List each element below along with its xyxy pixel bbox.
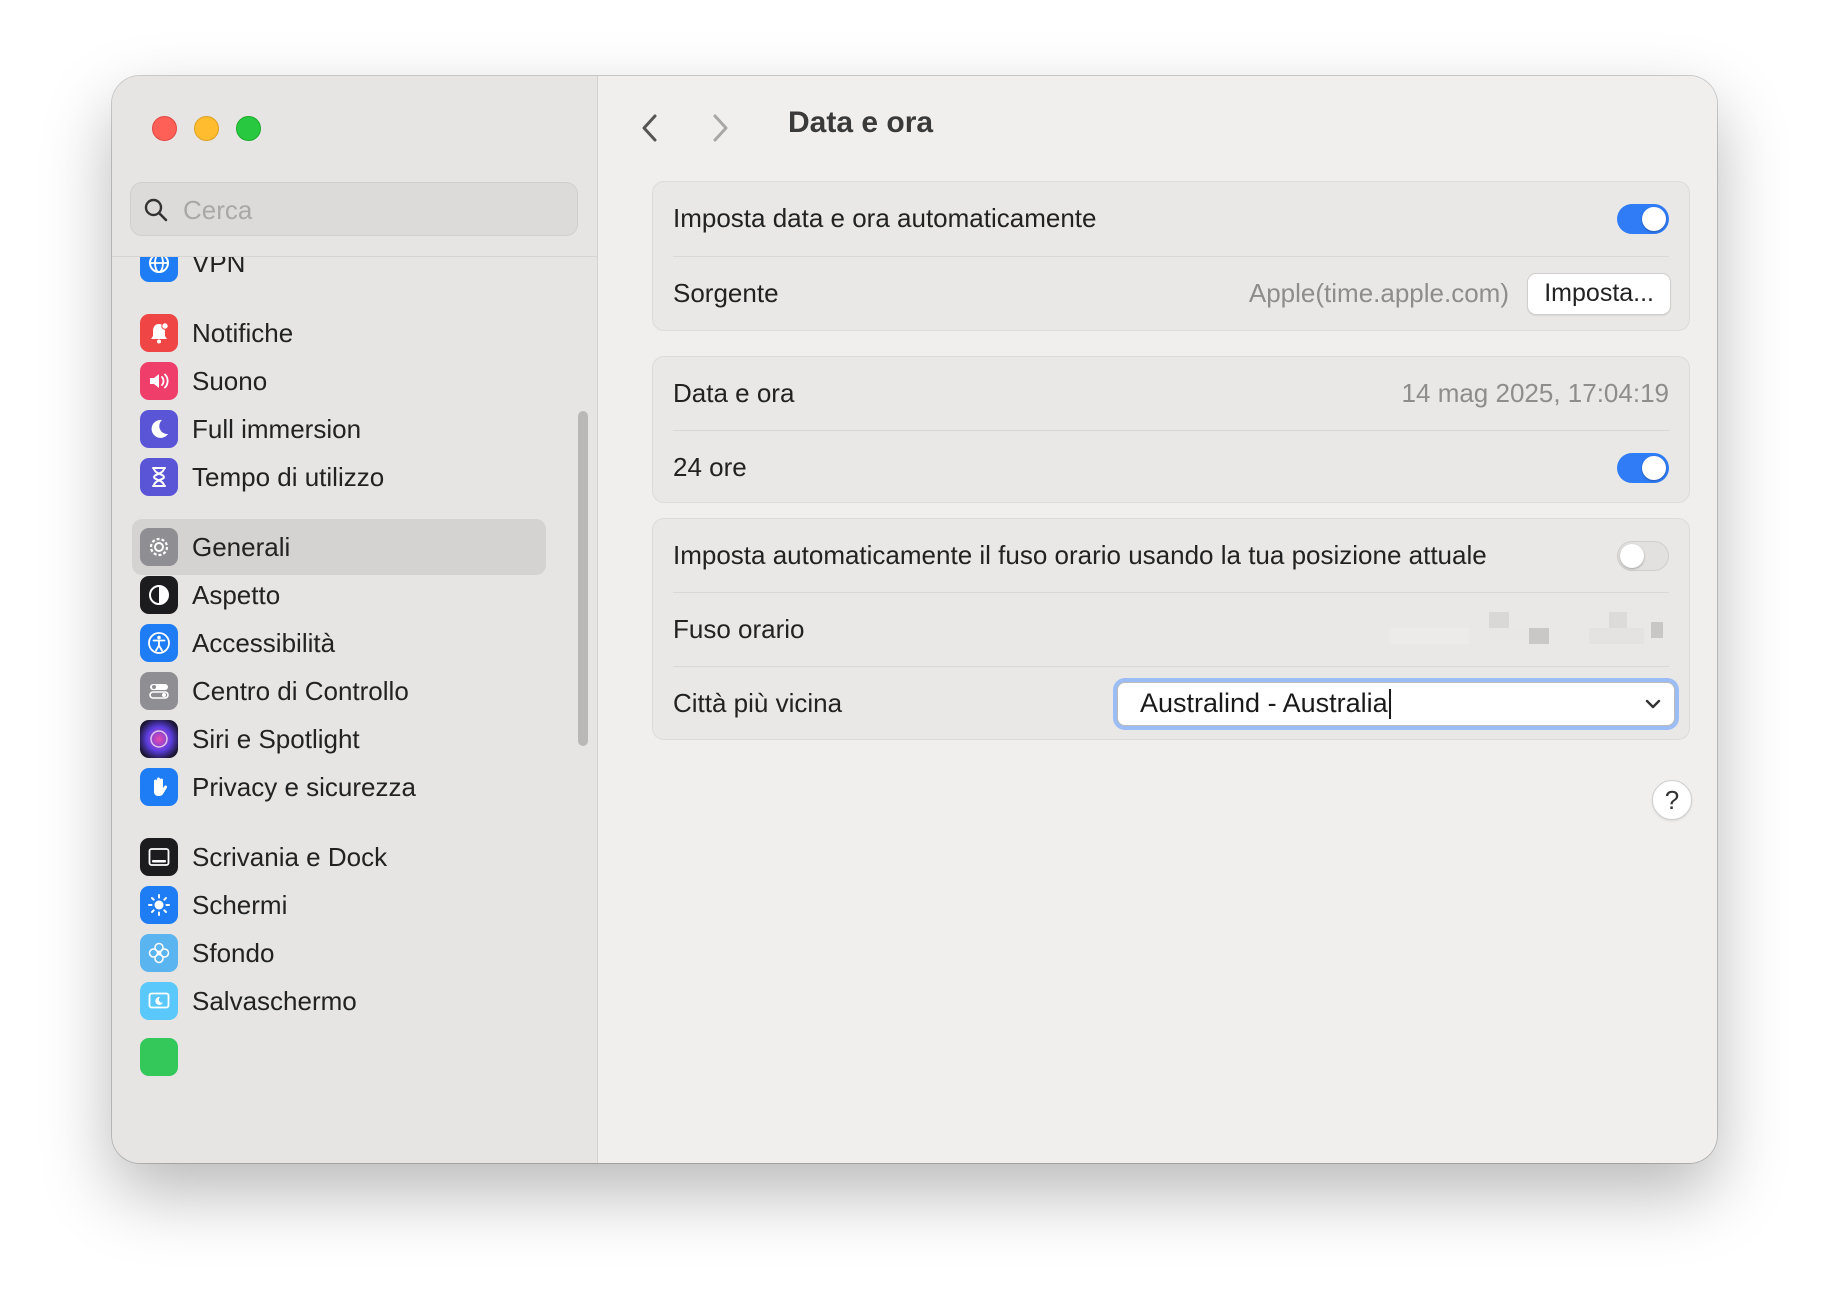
screensaver-icon bbox=[140, 982, 178, 1020]
auto-timezone-row: Imposta automaticamente il fuso orario u… bbox=[653, 519, 1689, 592]
siri-icon bbox=[140, 720, 178, 758]
source-label: Sorgente bbox=[673, 278, 779, 308]
sidebar-item-salvaschermo[interactable]: Salvaschermo bbox=[132, 973, 546, 1029]
sidebar-item-label: Salvaschermo bbox=[192, 985, 357, 1016]
sidebar-item-label: Aspetto bbox=[192, 579, 281, 610]
24h-toggle[interactable] bbox=[1617, 452, 1669, 483]
chevron-left-icon bbox=[642, 114, 657, 142]
toggles-icon bbox=[140, 672, 178, 710]
auto-time-row: Imposta data e ora automaticamente bbox=[653, 182, 1689, 255]
timezone-group: Imposta automaticamente il fuso orario u… bbox=[652, 518, 1690, 740]
forward-button[interactable] bbox=[700, 108, 740, 148]
datetime-row: Data e ora 14 mag 2025, 17:04:19 bbox=[653, 357, 1689, 430]
close-button[interactable] bbox=[152, 116, 177, 141]
auto-time-toggle[interactable] bbox=[1617, 203, 1669, 234]
sidebar-item-label: Schermi bbox=[192, 889, 288, 920]
timezone-value-redacted bbox=[1389, 610, 1669, 650]
search-field[interactable] bbox=[130, 182, 578, 236]
appearance-icon bbox=[140, 576, 178, 614]
globe-icon bbox=[140, 257, 178, 282]
sidebar-item-label: VPN bbox=[192, 257, 246, 278]
sidebar-list: VPN Notifiche Suono Full immersion Tempo… bbox=[112, 257, 597, 1163]
sidebar-item-label: Siri e Spotlight bbox=[192, 723, 360, 754]
zoom-button[interactable] bbox=[236, 116, 261, 141]
text-cursor bbox=[1388, 688, 1391, 719]
moon-icon bbox=[140, 410, 178, 448]
sidebar-item-label: Centro di Controllo bbox=[192, 675, 409, 706]
help-button[interactable]: ? bbox=[1652, 780, 1692, 820]
timezone-row: Fuso orario bbox=[653, 593, 1689, 666]
flower-icon bbox=[140, 934, 178, 972]
hand-icon bbox=[140, 768, 178, 806]
bell-icon bbox=[140, 314, 178, 352]
sidebar-scrollbar[interactable] bbox=[578, 411, 588, 746]
page-title: Data e ora bbox=[788, 106, 934, 139]
datetime-value[interactable]: 14 mag 2025, 17:04:19 bbox=[1402, 378, 1669, 409]
sidebar-item-label: Scrivania e Dock bbox=[192, 841, 388, 872]
auto-timezone-label: Imposta automaticamente il fuso orario u… bbox=[673, 540, 1487, 570]
dock-icon bbox=[140, 838, 178, 876]
main-panel: Data e ora Imposta data e ora automatica… bbox=[598, 76, 1717, 1163]
sun-icon bbox=[140, 886, 178, 924]
timezone-label: Fuso orario bbox=[673, 614, 805, 644]
settings-window: VPN Notifiche Suono bbox=[112, 76, 1717, 1163]
traffic-lights bbox=[152, 116, 261, 141]
nearest-city-combobox[interactable]: Australind - Australia bbox=[1117, 681, 1675, 726]
sidebar-item-vpn[interactable]: VPN bbox=[132, 257, 546, 291]
datetime-label: Data e ora bbox=[673, 378, 795, 408]
set-source-button[interactable]: Imposta... bbox=[1527, 272, 1671, 315]
sidebar-item-label: Tempo di utilizzo bbox=[192, 461, 385, 492]
nearest-city-input[interactable]: Australind - Australia bbox=[1140, 688, 1388, 719]
sidebar-item-tempo-di-utilizzo[interactable]: Tempo di utilizzo bbox=[132, 449, 546, 505]
search-icon bbox=[144, 198, 168, 222]
auto-timezone-toggle[interactable] bbox=[1617, 540, 1669, 571]
sidebar-item-next[interactable] bbox=[132, 1029, 546, 1085]
nearest-city-row: Città più vicina Australind - Australia bbox=[653, 667, 1689, 740]
sidebar-item-label: Suono bbox=[192, 365, 268, 396]
source-value: Apple(time.apple.com) bbox=[1248, 278, 1509, 308]
datetime-group: Data e ora 14 mag 2025, 17:04:19 24 ore bbox=[652, 356, 1690, 503]
sidebar-item-label: Generali bbox=[192, 531, 291, 562]
sidebar-item-label: Sfondo bbox=[192, 937, 275, 968]
accessibility-icon bbox=[140, 624, 178, 662]
search-input[interactable] bbox=[181, 191, 565, 229]
sidebar-item-label: Full immersion bbox=[192, 413, 362, 444]
battery-icon bbox=[140, 1038, 178, 1076]
chevron-down-icon[interactable] bbox=[1640, 691, 1666, 717]
hourglass-icon bbox=[140, 458, 178, 496]
speaker-icon bbox=[140, 362, 178, 400]
nearest-city-label: Città più vicina bbox=[673, 688, 843, 718]
auto-time-group: Imposta data e ora automaticamente Sorge… bbox=[652, 181, 1690, 331]
sidebar-item-label: Notifiche bbox=[192, 317, 294, 348]
source-row: Sorgente Apple(time.apple.com) Imposta..… bbox=[653, 257, 1689, 330]
back-button[interactable] bbox=[630, 108, 670, 148]
sidebar-item-label: Accessibilità bbox=[192, 627, 336, 658]
minimize-button[interactable] bbox=[194, 116, 219, 141]
auto-time-label: Imposta data e ora automaticamente bbox=[673, 203, 1097, 233]
sidebar: VPN Notifiche Suono bbox=[112, 76, 598, 1163]
24h-row: 24 ore bbox=[653, 431, 1689, 504]
24h-label: 24 ore bbox=[673, 452, 747, 482]
sidebar-item-label: Privacy e sicurezza bbox=[192, 771, 416, 802]
chevron-right-icon bbox=[713, 114, 728, 142]
gear-icon bbox=[140, 528, 178, 566]
sidebar-item-privacy-e-sicurezza[interactable]: Privacy e sicurezza bbox=[132, 759, 546, 815]
